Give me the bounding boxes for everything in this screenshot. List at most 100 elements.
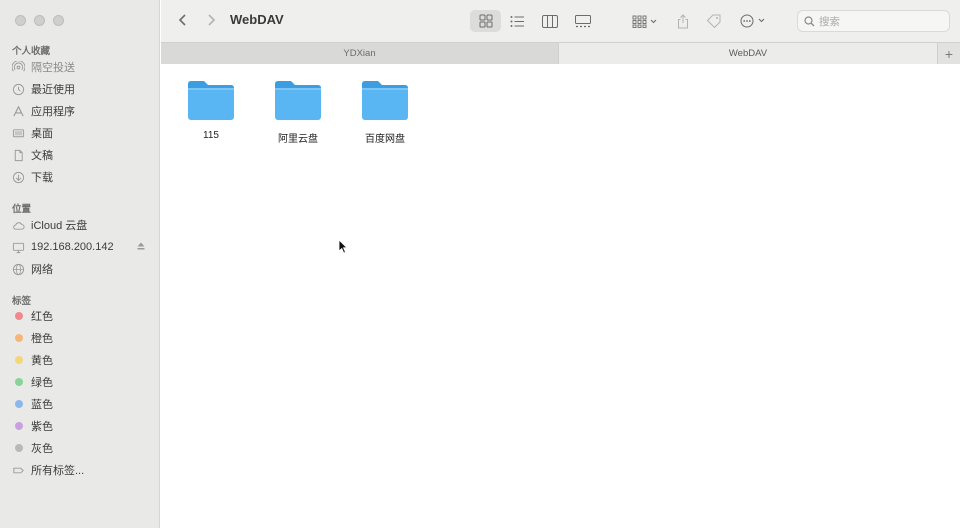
sidebar-item-label: 桌面 — [31, 128, 53, 140]
document-icon — [12, 149, 25, 162]
sidebar-item-label: 192.168.200.142 — [31, 241, 114, 253]
mouse-cursor-icon — [338, 239, 348, 254]
search-placeholder: 搜索 — [819, 15, 840, 28]
search-icon — [804, 15, 815, 26]
folder-icon — [362, 81, 408, 120]
tag-dot-icon — [12, 354, 25, 367]
chevron-right-icon — [208, 14, 216, 26]
network-icon — [12, 263, 25, 276]
tag-dot-icon — [12, 310, 25, 323]
folder-icon — [188, 81, 234, 120]
sidebar-item-label: 黄色 — [31, 355, 53, 367]
sidebar-tag-blue[interactable]: 蓝色 — [12, 394, 152, 414]
grid-icon — [479, 14, 492, 28]
zoom-window-button[interactable] — [53, 15, 64, 26]
gallery-view-button[interactable] — [569, 10, 597, 32]
share-button[interactable] — [673, 10, 693, 32]
file-browser: 115 阿里云盘 百度网盘 — [161, 64, 960, 528]
more-actions-button[interactable] — [737, 10, 769, 32]
clock-icon — [12, 83, 25, 96]
tag-icon — [12, 464, 25, 477]
desktop-icon — [12, 127, 25, 140]
sidebar-tag-purple[interactable]: 紫色 — [12, 416, 152, 436]
new-tab-button[interactable]: + — [937, 43, 960, 64]
sidebar-item-label: 紫色 — [31, 421, 53, 433]
airdrop-icon — [12, 60, 25, 74]
favorites-heading: 个人收藏 — [12, 46, 51, 57]
sidebar-item-label: 隔空投送 — [31, 62, 75, 74]
sidebar-item-documents[interactable]: 文稿 — [12, 145, 152, 165]
columns-icon — [542, 14, 558, 28]
window-title: WebDAV — [230, 12, 284, 27]
download-icon — [12, 171, 25, 184]
sidebar: 个人收藏 隔空投送 最近使用 应用程序 桌面 文稿 下载 位置 iCloud 云… — [0, 0, 160, 528]
search-field[interactable]: 搜索 — [797, 10, 950, 32]
tag-dot-icon — [12, 376, 25, 389]
group-grid-icon — [632, 15, 657, 28]
sidebar-item-label: 文稿 — [31, 150, 53, 162]
share-icon — [678, 13, 688, 28]
sidebar-tag-green[interactable]: 绿色 — [12, 372, 152, 392]
sidebar-item-applications[interactable]: 应用程序 — [12, 101, 152, 121]
folder-item[interactable]: 115 — [171, 78, 251, 141]
cloud-icon — [12, 219, 25, 232]
sidebar-tag-gray[interactable]: 灰色 — [12, 438, 152, 458]
minimize-window-button[interactable] — [34, 15, 45, 26]
sidebar-item-label: 蓝色 — [31, 399, 53, 411]
list-icon — [510, 15, 524, 27]
tab-webdav[interactable]: WebDAV — [559, 43, 937, 64]
tab-ydxian[interactable]: YDXian — [161, 43, 559, 64]
toolbar: WebDAV 搜索 — [161, 0, 960, 42]
sidebar-item-recents[interactable]: 最近使用 — [12, 79, 152, 99]
folder-item[interactable]: 阿里云盘 — [258, 78, 338, 145]
ellipsis-circle-icon — [740, 14, 765, 28]
list-view-button[interactable] — [503, 10, 531, 32]
tags-heading: 标签 — [12, 296, 32, 307]
applications-icon — [12, 105, 25, 118]
sidebar-item-label: 橙色 — [31, 333, 53, 345]
folder-icon — [275, 81, 321, 120]
folder-label: 阿里云盘 — [278, 134, 318, 145]
column-view-button[interactable] — [536, 10, 564, 32]
sidebar-item-icloud[interactable]: iCloud 云盘 — [12, 215, 152, 235]
display-icon — [12, 241, 25, 254]
group-by-button[interactable] — [628, 10, 662, 32]
folder-label: 百度网盘 — [365, 134, 405, 145]
tab-bar: YDXian WebDAV + — [161, 42, 960, 64]
eject-icon[interactable] — [136, 241, 146, 251]
forward-button[interactable] — [202, 11, 220, 29]
sidebar-tag-red[interactable]: 红色 — [12, 306, 152, 326]
tag-dot-icon — [12, 332, 25, 345]
sidebar-item-label: 灰色 — [31, 443, 53, 455]
sidebar-tag-yellow[interactable]: 黄色 — [12, 350, 152, 370]
sidebar-item-label: 应用程序 — [31, 106, 75, 118]
sidebar-item-label: 最近使用 — [31, 84, 75, 96]
folder-item[interactable]: 百度网盘 — [345, 78, 425, 145]
window-controls — [15, 15, 64, 26]
sidebar-item-label: 绿色 — [31, 377, 53, 389]
chevron-left-icon — [178, 14, 186, 26]
tag-outline-icon — [706, 14, 721, 28]
sidebar-item-downloads[interactable]: 下载 — [12, 167, 152, 187]
gallery-icon — [575, 14, 591, 27]
close-window-button[interactable] — [15, 15, 26, 26]
sidebar-item-network[interactable]: 网络 — [12, 259, 152, 279]
sidebar-item-server[interactable]: 192.168.200.142 — [12, 237, 152, 257]
sidebar-item-desktop[interactable]: 桌面 — [12, 123, 152, 143]
tag-dot-icon — [12, 398, 25, 411]
sidebar-item-label: 下载 — [31, 172, 53, 184]
sidebar-tag-orange[interactable]: 橙色 — [12, 328, 152, 348]
sidebar-item-label: iCloud 云盘 — [31, 220, 88, 232]
sidebar-item-label: 所有标签... — [31, 465, 85, 477]
locations-heading: 位置 — [12, 204, 32, 215]
icon-view-button[interactable] — [470, 10, 501, 32]
sidebar-item-label: 网络 — [31, 264, 53, 276]
tag-button[interactable] — [703, 10, 725, 32]
sidebar-all-tags[interactable]: 所有标签... — [12, 460, 152, 480]
sidebar-item-label: 红色 — [31, 311, 53, 323]
tag-dot-icon — [12, 420, 25, 433]
folder-label: 115 — [203, 130, 219, 141]
tag-dot-icon — [12, 442, 25, 455]
back-button[interactable] — [174, 11, 192, 29]
sidebar-item-airdrop[interactable]: 隔空投送 — [12, 57, 152, 77]
